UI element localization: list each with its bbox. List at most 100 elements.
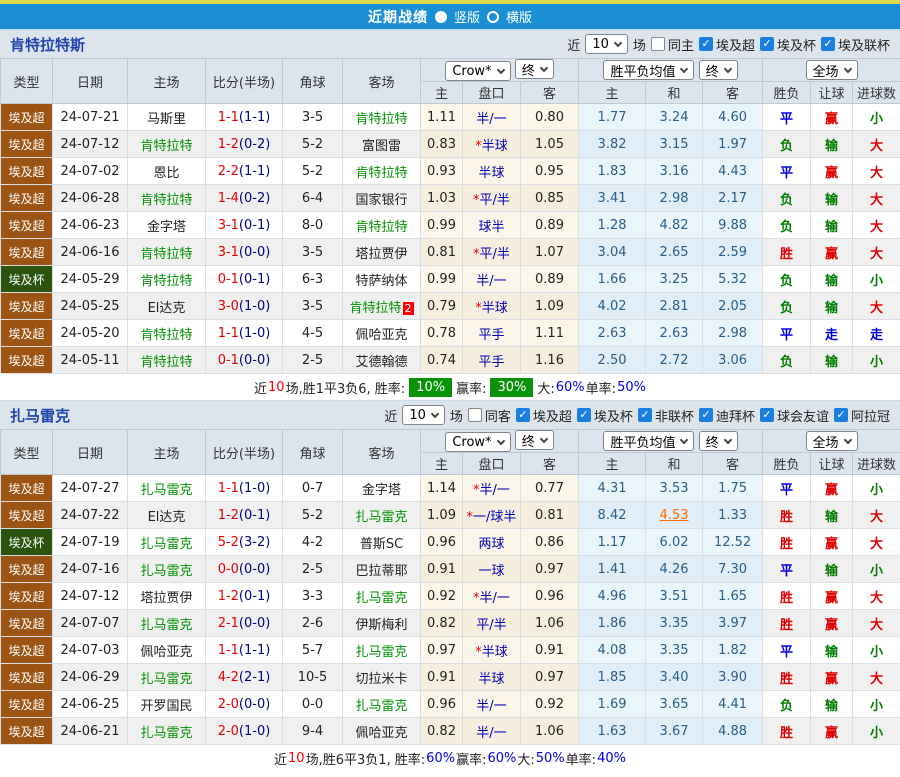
checkbox-checked-icon[interactable]: ✓ (698, 37, 713, 51)
summary-segment: 50% (617, 379, 646, 395)
avg-draw-value: 2.63 (659, 325, 689, 341)
same-venue-checkbox[interactable]: 同主 (650, 35, 694, 54)
halftime-score: (0-2) (238, 190, 271, 206)
scope-select[interactable]: 全场 (805, 60, 858, 80)
home-team-name: 佩哈亚克 (140, 644, 193, 660)
bookmaker-select[interactable]: Crow* (445, 61, 511, 81)
col-wdl-result: 平 (762, 103, 812, 131)
competition-label: 埃及超 (715, 38, 755, 54)
col-handicap-result: 赢 (810, 157, 854, 185)
avg-odds-select[interactable]: 胜平负均值 (603, 60, 695, 80)
col-avg-draw: 2.63 (645, 319, 704, 347)
col-score: 3-1(0-0) (205, 238, 283, 266)
col-odds-away: 1.06 (519, 609, 580, 637)
col-date: 24-07-22 (52, 501, 128, 529)
final-avg-select[interactable]: 终 (698, 431, 738, 451)
competition-checkbox[interactable]: ✓ 迪拜杯 (698, 406, 755, 425)
col-date: 24-05-11 (52, 346, 128, 374)
col-goals-result: 走 (852, 319, 900, 347)
avg-draw-value: 6.02 (659, 534, 689, 550)
checkbox-unchecked-icon[interactable] (650, 37, 665, 51)
col-corner: 5-2 (282, 157, 343, 185)
col-odds-home: 0.99 (420, 211, 463, 239)
checkbox-checked-icon[interactable]: ✓ (759, 408, 774, 422)
team-section-away: 扎马雷克 近 10 场 同客 ✓ 埃及超 ✓ 埃及杯 ✓ 非联杯 ✓ 迪拜杯 ✓ 球会友谊 ✓ 阿拉冠… (0, 400, 900, 771)
checkbox-checked-icon[interactable]: ✓ (637, 408, 652, 422)
col-away-team: 佩哈亚克 (342, 717, 421, 745)
checkbox-checked-icon[interactable]: ✓ (515, 408, 530, 422)
col-header-score: 比分(半场) (205, 58, 283, 104)
competition-checkbox[interactable]: ✓ 非联杯 (637, 406, 694, 425)
col-handicap: 半/一 (462, 690, 521, 718)
competition-checkbox[interactable]: ✓ 埃及杯 (759, 35, 816, 54)
games-label: 场 (449, 409, 463, 425)
scope-select[interactable]: 全场 (805, 431, 858, 451)
chevron-down-icon (843, 64, 852, 73)
col-avg-draw: 3.24 (645, 103, 704, 131)
recent-count-select[interactable]: 10 (402, 405, 445, 425)
bookmaker-select[interactable]: Crow* (445, 432, 511, 452)
competition-checkbox[interactable]: ✓ 埃及超 (515, 406, 572, 425)
competition-checkbox[interactable]: ✓ 埃及杯 (576, 406, 633, 425)
avg-draw-value: 2.72 (659, 352, 689, 368)
final-avg-select[interactable]: 终 (698, 60, 738, 80)
view-option-horizontal[interactable]: 横版 (506, 7, 532, 26)
col-goals-result: 大 (852, 582, 900, 610)
col-avg-away: 1.82 (702, 636, 764, 664)
col-goals-result: 小 (852, 555, 900, 583)
col-header-corner: 角球 (282, 58, 343, 104)
col-avg-away: 7.30 (702, 555, 764, 583)
checkbox-checked-icon[interactable]: ✓ (833, 408, 848, 422)
col-corner: 6-4 (282, 184, 343, 212)
col-league: 埃及超 (0, 609, 53, 637)
col-avg-home: 1.83 (578, 157, 647, 185)
final-odds-select[interactable]: 终 (514, 59, 554, 79)
summary-segment: 30% (490, 377, 534, 397)
col-avg-draw: 3.16 (645, 157, 704, 185)
home-team-name: 扎马雷克 (140, 482, 193, 498)
fulltime-score: 3-1 (217, 244, 239, 260)
col-goals-result: 大 (852, 663, 900, 691)
halftime-score: (0-1) (238, 507, 271, 523)
fulltime-score: 1-2 (217, 136, 239, 152)
col-odds-away: 0.81 (519, 501, 580, 529)
col-odds-home: 0.91 (420, 555, 463, 583)
checkbox-checked-icon[interactable]: ✓ (820, 37, 835, 51)
handicap-value: 平/半 (479, 246, 510, 262)
view-option-vertical[interactable]: 竖版 (454, 7, 480, 26)
col-header-home: 主场 (127, 58, 206, 104)
col-handicap: *半球 (462, 292, 521, 320)
competition-checkbox[interactable]: ✓ 阿拉冠 (833, 406, 890, 425)
radio-unselected-icon[interactable] (487, 10, 499, 23)
home-team-name: 肯特拉特 (140, 273, 193, 289)
col-home-team: 肯特拉特 (127, 319, 206, 347)
same-venue-checkbox[interactable]: 同客 (467, 406, 511, 425)
competition-checkbox[interactable]: ✓ 埃及联杯 (820, 35, 890, 54)
col-date: 24-05-25 (52, 292, 128, 320)
col-handicap: 球半 (462, 211, 521, 239)
recent-count-select[interactable]: 10 (585, 34, 628, 54)
col-avg-draw: 4.26 (645, 555, 704, 583)
col-odds-home: 0.96 (420, 528, 463, 556)
competition-checkbox[interactable]: ✓ 球会友谊 (759, 406, 829, 425)
avg-draw-value: 3.67 (659, 723, 689, 739)
checkbox-checked-icon[interactable]: ✓ (759, 37, 774, 51)
col-avg-home: 1.69 (578, 690, 647, 718)
away-team-name: 艾德翰德 (355, 354, 408, 370)
final-odds-select[interactable]: 终 (514, 430, 554, 450)
checkbox-unchecked-icon[interactable] (467, 408, 482, 422)
match-row: 埃及超 24-05-25 El达克 3-0(1-0) 3-5 肯特拉特 2 0.79 *半球 1.… (0, 292, 900, 320)
away-team-name: 佩哈亚克 (355, 725, 408, 741)
col-score: 1-2(0-1) (205, 501, 283, 529)
col-handicap: 半/一 (462, 103, 521, 131)
avg-draw-value: 3.65 (659, 696, 689, 712)
col-handicap-result: 输 (810, 555, 854, 583)
col-league: 埃及超 (0, 103, 53, 131)
avg-odds-select[interactable]: 胜平负均值 (603, 431, 695, 451)
radio-selected-icon[interactable] (434, 10, 447, 23)
checkbox-checked-icon[interactable]: ✓ (576, 408, 591, 422)
checkbox-checked-icon[interactable]: ✓ (698, 408, 713, 422)
competition-checkbox[interactable]: ✓ 埃及超 (698, 35, 755, 54)
chevron-down-icon (539, 434, 548, 443)
matches-body: 埃及超 24-07-21 马斯里 1-1(1-1) 3-5 肯特拉特 1.11 半/一 0.80… (0, 103, 900, 374)
